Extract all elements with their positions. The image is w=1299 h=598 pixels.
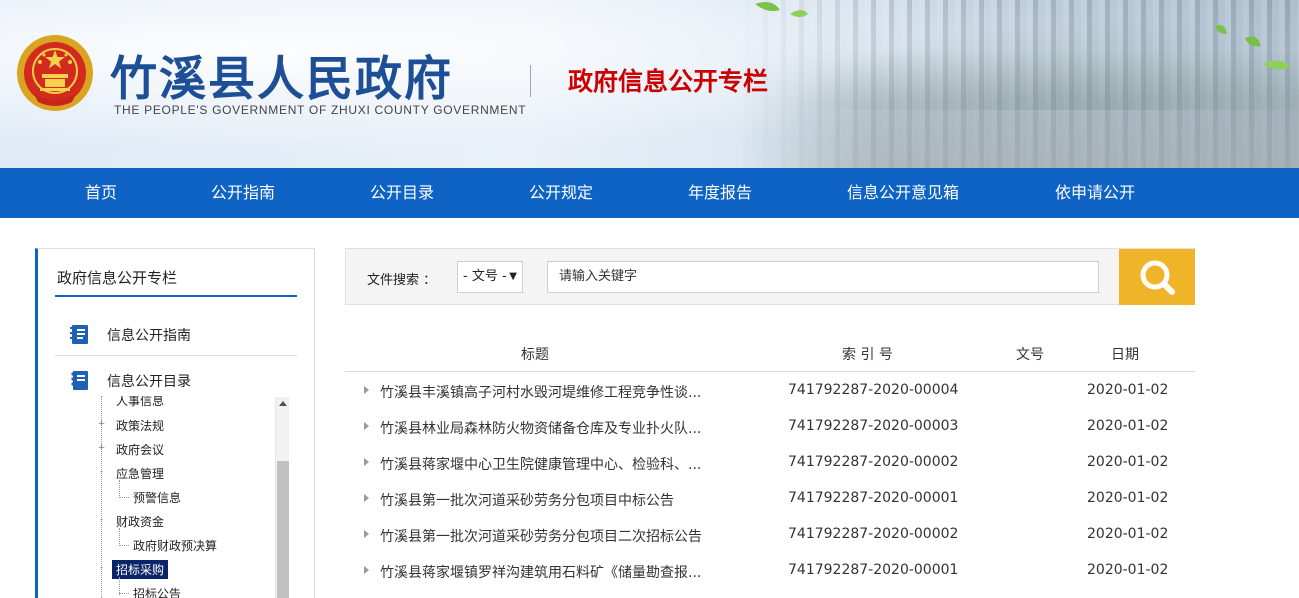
nav-regulations[interactable]: 公开规定 xyxy=(529,168,593,218)
site-title: 竹溪县人民政府 xyxy=(110,52,453,107)
tree-line xyxy=(119,480,120,498)
nav-catalog[interactable]: 公开目录 xyxy=(370,168,434,218)
doc-type-select[interactable]: - 文号 - ▼ xyxy=(457,261,523,293)
table-header: 标题 索 引 号 文号 日期 xyxy=(345,336,1195,372)
sidebar-item-label: 信息公开指南 xyxy=(107,328,191,344)
row-title-link[interactable]: 竹溪县丰溪镇高子河村水毁河堤维修工程竞争性谈... xyxy=(380,382,701,402)
row-date: 2020-01-02 xyxy=(1087,382,1169,398)
tree-item[interactable]: 政府财政预决算 xyxy=(133,537,217,554)
leaf-decoration-icon xyxy=(755,2,808,17)
row-index: 741792287-2020-00001 xyxy=(788,562,959,578)
tree-item-selected[interactable]: 招标采购 xyxy=(112,560,169,579)
row-date: 2020-01-02 xyxy=(1087,454,1169,470)
tree-collapse-icon[interactable]: - xyxy=(97,564,106,573)
row-index: 741792287-2020-00002 xyxy=(788,454,959,470)
search-input[interactable]: 请输入关键字 xyxy=(547,261,1099,293)
search-panel: 文件搜索 ： - 文号 - ▼ 请输入关键字 xyxy=(345,248,1195,305)
document-list-icon xyxy=(70,325,88,344)
table-row[interactable]: 竹溪县林业局森林防火物资储备仓库及专业扑火队... 741792287-2020… xyxy=(345,409,1195,445)
row-index: 741792287-2020-00003 xyxy=(788,418,959,434)
national-emblem-icon xyxy=(17,35,93,111)
notebook-icon xyxy=(71,371,88,390)
table-row[interactable]: 竹溪县第一批次河道采砂劳务分包项目中标公告 741792287-2020-000… xyxy=(345,481,1195,517)
tree-scrollbar[interactable] xyxy=(275,397,289,598)
row-index: 741792287-2020-00002 xyxy=(788,526,959,542)
tree-item[interactable]: 人事信息 xyxy=(116,396,164,409)
row-title-link[interactable]: 竹溪县蒋家堰中心卫生院健康管理中心、检验科、... xyxy=(380,454,701,474)
row-date: 2020-01-02 xyxy=(1087,418,1169,434)
tree-line xyxy=(119,545,129,546)
column-title: 政府信息公开专栏 xyxy=(568,67,769,96)
tree-item[interactable]: 预警信息 xyxy=(133,489,181,506)
search-button[interactable] xyxy=(1119,249,1195,305)
column-header-title: 标题 xyxy=(521,347,549,363)
main-nav: 首页 公开指南 公开目录 公开规定 年度报告 信息公开意见箱 依申请公开 xyxy=(0,168,1299,218)
bullet-icon xyxy=(364,566,369,574)
tree-item[interactable]: 政策法规 xyxy=(116,417,164,434)
table-row[interactable]: 竹溪县蒋家堰镇罗祥沟建筑用石料矿《储量勘查报... 741792287-2020… xyxy=(345,553,1195,589)
nav-home[interactable]: 首页 xyxy=(85,168,117,218)
bullet-icon xyxy=(364,530,369,538)
leaf-decoration-icon xyxy=(1215,25,1291,70)
sidebar-divider xyxy=(55,355,297,356)
scroll-up-arrow-icon[interactable] xyxy=(279,401,287,406)
table-row[interactable]: 竹溪县蒋家堰中心卫生院健康管理中心、检验科、... 741792287-2020… xyxy=(345,445,1195,481)
tree-collapse-icon[interactable]: - xyxy=(97,516,106,525)
table-row[interactable]: 竹溪县丰溪镇高子河村水毁河堤维修工程竞争性谈... 741792287-2020… xyxy=(345,373,1195,409)
catalog-tree: 人事信息 + 政策法规 + 政府会议 - 应急管理 预警信息 - 财政资金 政府… xyxy=(97,396,293,598)
nav-feedback-box[interactable]: 信息公开意见箱 xyxy=(847,168,959,218)
search-icon xyxy=(1140,260,1175,295)
nav-annual-report[interactable]: 年度报告 xyxy=(688,168,752,218)
nav-apply-disclosure[interactable]: 依申请公开 xyxy=(1055,168,1135,218)
sidebar-title-underline xyxy=(55,295,297,297)
tree-line xyxy=(119,528,120,546)
sidebar: 政府信息公开专栏 信息公开指南 信息公开目录 人事信息 + 政策法规 + 政府会… xyxy=(35,248,315,598)
row-title-link[interactable]: 竹溪县蒋家堰镇罗祥沟建筑用石料矿《储量勘查报... xyxy=(380,562,701,582)
row-date: 2020-01-02 xyxy=(1087,526,1169,542)
tree-item[interactable]: 应急管理 xyxy=(116,465,164,482)
header-banner: 竹溪县人民政府 THE PEOPLE'S GOVERNMENT OF ZHUXI… xyxy=(0,0,1299,168)
tree-item[interactable]: 招标公告 xyxy=(133,585,181,598)
row-date: 2020-01-02 xyxy=(1087,490,1169,506)
column-header-doc-no: 文号 xyxy=(1016,347,1044,363)
tree-expand-icon[interactable]: + xyxy=(97,420,106,429)
site-subtitle: THE PEOPLE'S GOVERNMENT OF ZHUXI COUNTY … xyxy=(114,103,527,117)
tree-line xyxy=(119,593,129,594)
scroll-thumb[interactable] xyxy=(277,461,289,598)
column-header-index: 索 引 号 xyxy=(842,347,893,363)
table-row[interactable]: 竹溪县第一批次河道采砂劳务分包项目二次招标公告 741792287-2020-0… xyxy=(345,517,1195,553)
column-header-date: 日期 xyxy=(1111,347,1139,363)
row-date: 2020-01-02 xyxy=(1087,562,1169,578)
doc-type-select-value: - 文号 - xyxy=(463,269,507,284)
row-index: 741792287-2020-00001 xyxy=(788,490,959,506)
bullet-icon xyxy=(364,386,369,394)
title-separator xyxy=(530,65,531,97)
bullet-icon xyxy=(364,494,369,502)
bullet-icon xyxy=(364,422,369,430)
row-title-link[interactable]: 竹溪县第一批次河道采砂劳务分包项目二次招标公告 xyxy=(380,526,702,546)
sidebar-title: 政府信息公开专栏 xyxy=(57,269,178,287)
nav-guide[interactable]: 公开指南 xyxy=(211,168,275,218)
sidebar-item-label: 信息公开目录 xyxy=(107,374,191,390)
dropdown-arrow-icon: ▼ xyxy=(509,271,517,282)
tree-line xyxy=(119,497,129,498)
bullet-icon xyxy=(364,458,369,466)
tree-collapse-icon[interactable]: - xyxy=(97,468,106,477)
row-title-link[interactable]: 竹溪县第一批次河道采砂劳务分包项目中标公告 xyxy=(380,490,674,510)
tree-item[interactable]: 财政资金 xyxy=(116,513,164,530)
tree-expand-icon[interactable]: + xyxy=(97,444,106,453)
row-title-link[interactable]: 竹溪县林业局森林防火物资储备仓库及专业扑火队... xyxy=(380,418,701,438)
tree-item[interactable]: 政府会议 xyxy=(116,441,164,458)
row-index: 741792287-2020-00004 xyxy=(788,382,959,398)
search-label: 文件搜索 ： xyxy=(367,273,437,288)
